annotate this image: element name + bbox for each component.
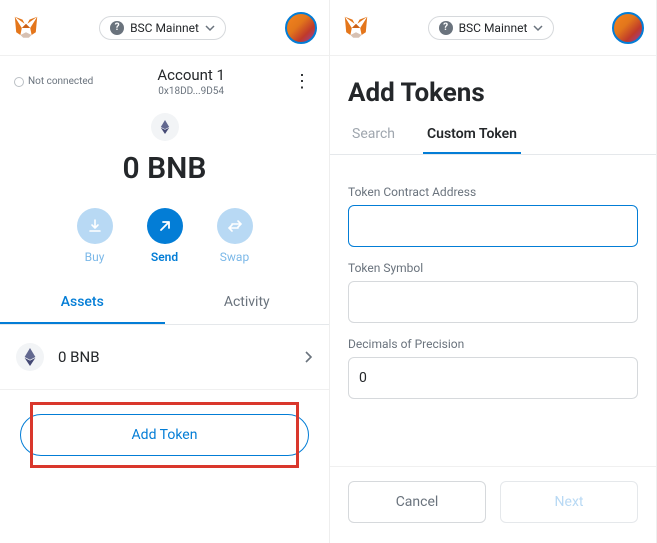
- account-selector[interactable]: Account 1 0x18DD...9D54: [93, 66, 289, 97]
- help-icon: ?: [439, 21, 453, 35]
- page-title: Add Tokens: [330, 56, 656, 126]
- decimals-label: Decimals of Precision: [348, 337, 638, 351]
- action-buttons: Buy Send Swap: [0, 208, 329, 264]
- tab-search[interactable]: Search: [348, 126, 399, 154]
- tab-custom-token[interactable]: Custom Token: [423, 126, 521, 154]
- eth-icon: [16, 343, 44, 371]
- connection-status-text: Not connected: [28, 76, 93, 87]
- add-tokens-pane: ? BSC Mainnet Add Tokens Search Custom T…: [330, 0, 657, 543]
- buy-label: Buy: [85, 250, 105, 264]
- wallet-main-pane: ? BSC Mainnet Not connected Account 1 0x…: [0, 0, 330, 543]
- form-footer: Cancel Next: [330, 466, 656, 543]
- main-tabs: Assets Activity: [0, 282, 329, 325]
- network-selector[interactable]: ? BSC Mainnet: [99, 16, 226, 40]
- chevron-down-icon: [205, 23, 215, 33]
- add-token-button[interactable]: Add Token: [20, 414, 309, 456]
- network-name: BSC Mainnet: [459, 21, 528, 35]
- network-name: BSC Mainnet: [130, 21, 199, 35]
- account-address: 0x18DD...9D54: [93, 86, 289, 97]
- account-info-row: Not connected Account 1 0x18DD...9D54 ⋮: [0, 56, 329, 107]
- contract-address-label: Token Contract Address: [348, 185, 638, 199]
- download-icon: [87, 218, 103, 234]
- token-symbol-label: Token Symbol: [348, 261, 638, 275]
- metamask-logo-icon: [342, 14, 370, 42]
- custom-token-form: Token Contract Address Token Symbol Deci…: [330, 155, 656, 415]
- send-label: Send: [151, 250, 178, 264]
- arrow-up-right-icon: [157, 218, 173, 234]
- send-button[interactable]: Send: [147, 208, 183, 264]
- tab-assets[interactable]: Assets: [0, 282, 165, 324]
- contract-address-input[interactable]: [348, 205, 638, 247]
- balance-token-icon: [151, 113, 179, 141]
- buy-button[interactable]: Buy: [77, 208, 113, 264]
- metamask-logo-icon: [12, 14, 40, 42]
- account-avatar[interactable]: [612, 12, 644, 44]
- balance-amount: 0 BNB: [0, 151, 329, 186]
- swap-label: Swap: [220, 250, 249, 264]
- chevron-right-icon: [303, 350, 313, 364]
- account-name: Account 1: [93, 66, 289, 84]
- token-tabs: Search Custom Token: [330, 126, 656, 155]
- asset-list-item[interactable]: 0 BNB: [0, 325, 329, 390]
- connection-status[interactable]: Not connected: [14, 76, 93, 87]
- next-button[interactable]: Next: [500, 481, 638, 523]
- add-token-section: Add Token: [0, 390, 329, 480]
- network-selector[interactable]: ? BSC Mainnet: [428, 16, 555, 40]
- account-avatar[interactable]: [285, 12, 317, 44]
- token-symbol-input[interactable]: [348, 281, 638, 323]
- account-menu-button[interactable]: ⋮: [289, 67, 315, 96]
- header: ? BSC Mainnet: [0, 0, 329, 56]
- help-icon: ?: [110, 21, 124, 35]
- chevron-down-icon: [533, 23, 543, 33]
- header: ? BSC Mainnet: [330, 0, 656, 56]
- tab-activity[interactable]: Activity: [165, 282, 330, 324]
- decimals-input[interactable]: [348, 357, 638, 399]
- swap-icon: [227, 218, 243, 234]
- status-ring-icon: [14, 77, 24, 87]
- swap-button[interactable]: Swap: [217, 208, 253, 264]
- cancel-button[interactable]: Cancel: [348, 481, 486, 523]
- asset-balance: 0 BNB: [58, 348, 303, 366]
